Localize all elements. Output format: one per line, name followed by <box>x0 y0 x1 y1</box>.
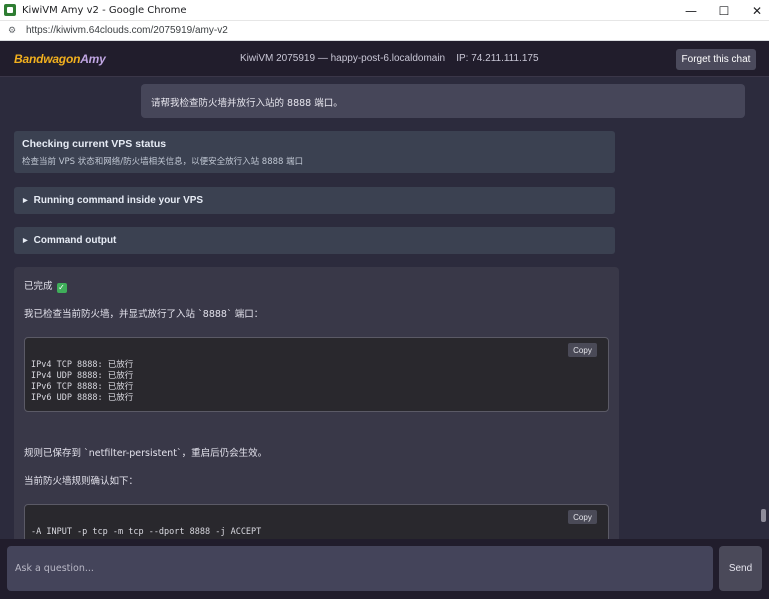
done-line: 已完成 ✓ <box>24 278 67 293</box>
status-description: 检查当前 VPS 状态和网络/防火墙相关信息，以便安全放行入站 8888 端口 <box>22 157 304 167</box>
app-header: BandwagonAmy KiwiVM 2075919 — happy-post… <box>0 41 769 77</box>
reply-intro: 我已检查当前防火墙，并显式放行了入站 `8888` 端口： <box>24 309 264 320</box>
tune-icon[interactable]: ⚙ <box>8 26 18 36</box>
code-block: Copy -A INPUT -p tcp -m tcp --dport 8888… <box>24 504 609 539</box>
logo-main-text: Bandwagon <box>14 52 81 66</box>
close-window-button[interactable]: ✕ <box>739 0 769 21</box>
user-message: 请帮我检查防火墙并放行入站的 8888 端口。 <box>141 84 745 118</box>
browser-title-bar: KiwiVM Amy v2 - Google Chrome — ☐ ✕ <box>0 0 769 21</box>
maximize-button[interactable]: ☐ <box>706 0 742 21</box>
triangle-right-icon: ▶ <box>23 238 28 244</box>
send-button[interactable]: Send <box>719 546 762 591</box>
done-text: 已完成 <box>24 281 53 292</box>
code-content: IPv4 TCP 8888: 已放行 IPv4 UDP 8888: 已放行 IP… <box>31 360 134 403</box>
status-title: Checking current VPS status <box>22 138 167 150</box>
reply-rules-intro: 当前防火墙规则确认如下： <box>24 476 139 487</box>
app-favicon-icon <box>4 4 16 16</box>
chat-scrollbar[interactable] <box>759 77 769 539</box>
minimize-button[interactable]: — <box>673 0 709 21</box>
question-input[interactable] <box>7 546 713 591</box>
forget-chat-button[interactable]: Forget this chat <box>676 49 756 70</box>
status-card: Checking current VPS status 检查当前 VPS 状态和… <box>14 131 615 173</box>
copy-button[interactable]: Copy <box>568 343 597 357</box>
vps-info: KiwiVM 2075919 — happy-post-6.localdomai… <box>240 53 539 64</box>
collapsible-label: Running command inside your VPS <box>33 195 204 206</box>
command-output-toggle[interactable]: ▶ Command output <box>14 227 615 254</box>
assistant-reply: 已完成 ✓ 我已检查当前防火墙，并显式放行了入站 `8888` 端口： Copy … <box>14 267 619 539</box>
bandwagon-amy-logo: BandwagonAmy <box>14 52 106 66</box>
copy-button[interactable]: Copy <box>568 510 597 524</box>
logo-accent-text: Amy <box>80 52 106 66</box>
collapsible-label: Command output <box>33 235 117 246</box>
scrollbar-thumb[interactable] <box>761 509 766 522</box>
code-content: -A INPUT -p tcp -m tcp --dport 8888 -j A… <box>31 527 262 537</box>
chat-area: 请帮我检查防火墙并放行入站的 8888 端口。 Checking current… <box>0 77 769 539</box>
triangle-right-icon: ▶ <box>23 198 28 204</box>
input-area: Send <box>0 539 769 599</box>
check-mark-icon: ✓ <box>56 283 67 293</box>
address-bar[interactable]: ⚙ https://kiwivm.64clouds.com/2075919/am… <box>0 21 769 41</box>
running-command-toggle[interactable]: ▶ Running command inside your VPS <box>14 187 615 214</box>
window-title: KiwiVM Amy v2 - Google Chrome <box>22 4 187 16</box>
url-text[interactable]: https://kiwivm.64clouds.com/2075919/amy-… <box>26 25 228 36</box>
reply-saved-note: 规则已保存到 `netfilter-persistent`，重启后仍会生效。 <box>24 448 268 459</box>
code-block: Copy IPv4 TCP 8888: 已放行 IPv4 UDP 8888: 已… <box>24 337 609 412</box>
